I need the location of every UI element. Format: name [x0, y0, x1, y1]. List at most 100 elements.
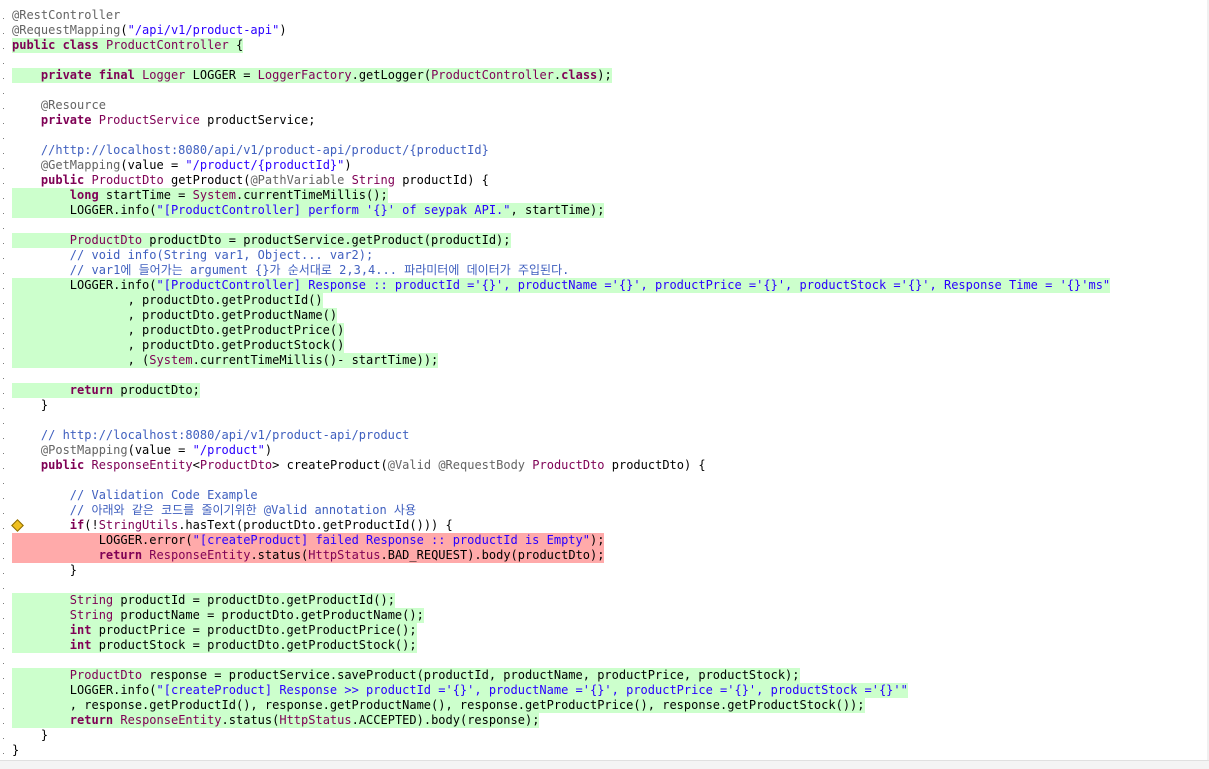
code-line[interactable]: // 아래와 같은 코드를 줄이기위한 @Valid annotation 사용 [0, 503, 1209, 518]
code-line[interactable] [0, 473, 1209, 488]
gutter-marker[interactable] [0, 473, 10, 488]
gutter-marker[interactable] [0, 38, 10, 53]
code-line[interactable]: //http://localhost:8080/api/v1/product-a… [0, 143, 1209, 158]
code-line[interactable]: , response.getProductId(), response.getP… [0, 698, 1209, 713]
gutter-marker[interactable] [0, 593, 10, 608]
code-line[interactable]: } [0, 563, 1209, 578]
code-line[interactable]: long startTime = System.currentTimeMilli… [0, 188, 1209, 203]
code-line[interactable]: , productDto.getProductName() [0, 308, 1209, 323]
gutter-marker[interactable] [0, 233, 10, 248]
gutter-marker[interactable] [0, 623, 10, 638]
code-line[interactable]: , (System.currentTimeMillis()- startTime… [0, 353, 1209, 368]
gutter-marker[interactable] [0, 128, 10, 143]
code-line[interactable]: public class ProductController { [0, 38, 1209, 53]
code-line[interactable]: , productDto.getProductStock() [0, 338, 1209, 353]
gutter-marker[interactable] [0, 458, 10, 473]
gutter-marker[interactable] [0, 488, 10, 503]
gutter-marker[interactable] [0, 713, 10, 728]
gutter-marker[interactable] [0, 563, 10, 578]
code-line[interactable]: @RequestMapping("/api/v1/product-api") [0, 23, 1209, 38]
gutter-marker[interactable] [0, 278, 10, 293]
code-line[interactable]: // Validation Code Example [0, 488, 1209, 503]
code-line[interactable]: LOGGER.info("[ProductController] Respons… [0, 278, 1209, 293]
code-line[interactable] [0, 368, 1209, 383]
gutter-marker[interactable] [0, 173, 10, 188]
gutter-marker[interactable] [0, 8, 10, 23]
gutter-marker[interactable] [0, 638, 10, 653]
code-line[interactable]: if(!StringUtils.hasText(productDto.getPr… [0, 518, 1209, 533]
code-line[interactable]: @PostMapping(value = "/product") [0, 443, 1209, 458]
code-line[interactable]: // var1에 들어가는 argument {}가 순서대로 2,3,4...… [0, 263, 1209, 278]
code-line[interactable]: LOGGER.info("[createProduct] Response >>… [0, 683, 1209, 698]
code-line[interactable]: String productName = productDto.getProdu… [0, 608, 1209, 623]
gutter-marker[interactable] [0, 188, 10, 203]
code-line[interactable]: public ProductDto getProduct(@PathVariab… [0, 173, 1209, 188]
code-line[interactable]: @GetMapping(value = "/product/{productId… [0, 158, 1209, 173]
code-editor[interactable]: @RestController @RequestMapping("/api/v1/… [0, 8, 1209, 758]
code-line[interactable] [0, 413, 1209, 428]
code-line[interactable]: @RestController [0, 8, 1209, 23]
gutter-marker[interactable] [0, 83, 10, 98]
code-line[interactable] [0, 128, 1209, 143]
gutter-marker[interactable] [0, 113, 10, 128]
gutter-marker[interactable] [0, 503, 10, 518]
code-line[interactable]: // http://localhost:8080/api/v1/product-… [0, 428, 1209, 443]
gutter-marker[interactable] [0, 533, 10, 548]
gutter-marker[interactable] [0, 518, 10, 533]
gutter-marker[interactable] [0, 263, 10, 278]
code-line[interactable]: @Resource [0, 98, 1209, 113]
code-line[interactable]: String productId = productDto.getProduct… [0, 593, 1209, 608]
code-line[interactable] [0, 578, 1209, 593]
gutter-marker[interactable] [0, 308, 10, 323]
gutter-marker[interactable] [0, 68, 10, 83]
gutter-marker[interactable] [0, 203, 10, 218]
gutter-marker[interactable] [0, 668, 10, 683]
code-line[interactable]: private final Logger LOGGER = LoggerFact… [0, 68, 1209, 83]
code-line[interactable]: } [0, 743, 1209, 758]
gutter-marker[interactable] [0, 698, 10, 713]
gutter-marker[interactable] [0, 248, 10, 263]
gutter-marker[interactable] [0, 353, 10, 368]
code-line[interactable]: int productStock = productDto.getProduct… [0, 638, 1209, 653]
gutter-marker[interactable] [0, 728, 10, 743]
code-line[interactable]: } [0, 398, 1209, 413]
gutter-marker[interactable] [0, 413, 10, 428]
code-line[interactable]: return ResponseEntity.status(HttpStatus.… [0, 548, 1209, 563]
gutter-marker[interactable] [0, 158, 10, 173]
code-line[interactable]: public ResponseEntity<ProductDto> create… [0, 458, 1209, 473]
gutter-marker[interactable] [0, 23, 10, 38]
code-line[interactable] [0, 218, 1209, 233]
gutter-marker[interactable] [0, 398, 10, 413]
gutter-marker[interactable] [0, 293, 10, 308]
gutter-marker[interactable] [0, 443, 10, 458]
code-line[interactable] [0, 83, 1209, 98]
gutter-marker[interactable] [0, 548, 10, 563]
code-line[interactable]: ProductDto response = productService.sav… [0, 668, 1209, 683]
code-line[interactable]: return productDto; [0, 383, 1209, 398]
gutter-marker[interactable] [0, 98, 10, 113]
gutter-marker[interactable] [0, 323, 10, 338]
code-line[interactable]: ProductDto productDto = productService.g… [0, 233, 1209, 248]
code-line[interactable]: // void info(String var1, Object... var2… [0, 248, 1209, 263]
code-line[interactable] [0, 53, 1209, 68]
gutter-marker[interactable] [0, 683, 10, 698]
gutter-marker[interactable] [0, 383, 10, 398]
gutter-marker[interactable] [0, 608, 10, 623]
code-line[interactable]: return ResponseEntity.status(HttpStatus.… [0, 713, 1209, 728]
code-line[interactable]: private ProductService productService; [0, 113, 1209, 128]
code-line[interactable]: LOGGER.error("[createProduct] failed Res… [0, 533, 1209, 548]
code-line[interactable]: } [0, 728, 1209, 743]
code-line[interactable]: int productPrice = productDto.getProduct… [0, 623, 1209, 638]
gutter-marker[interactable] [0, 428, 10, 443]
gutter-marker[interactable] [0, 143, 10, 158]
code-line[interactable]: LOGGER.info("[ProductController] perform… [0, 203, 1209, 218]
gutter-marker[interactable] [0, 218, 10, 233]
gutter-marker[interactable] [0, 578, 10, 593]
gutter-marker[interactable] [0, 53, 10, 68]
gutter-marker[interactable] [0, 743, 10, 758]
gutter-marker[interactable] [0, 653, 10, 668]
code-line[interactable] [0, 653, 1209, 668]
gutter-marker[interactable] [0, 338, 10, 353]
code-line[interactable]: , productDto.getProductPrice() [0, 323, 1209, 338]
code-line[interactable]: , productDto.getProductId() [0, 293, 1209, 308]
